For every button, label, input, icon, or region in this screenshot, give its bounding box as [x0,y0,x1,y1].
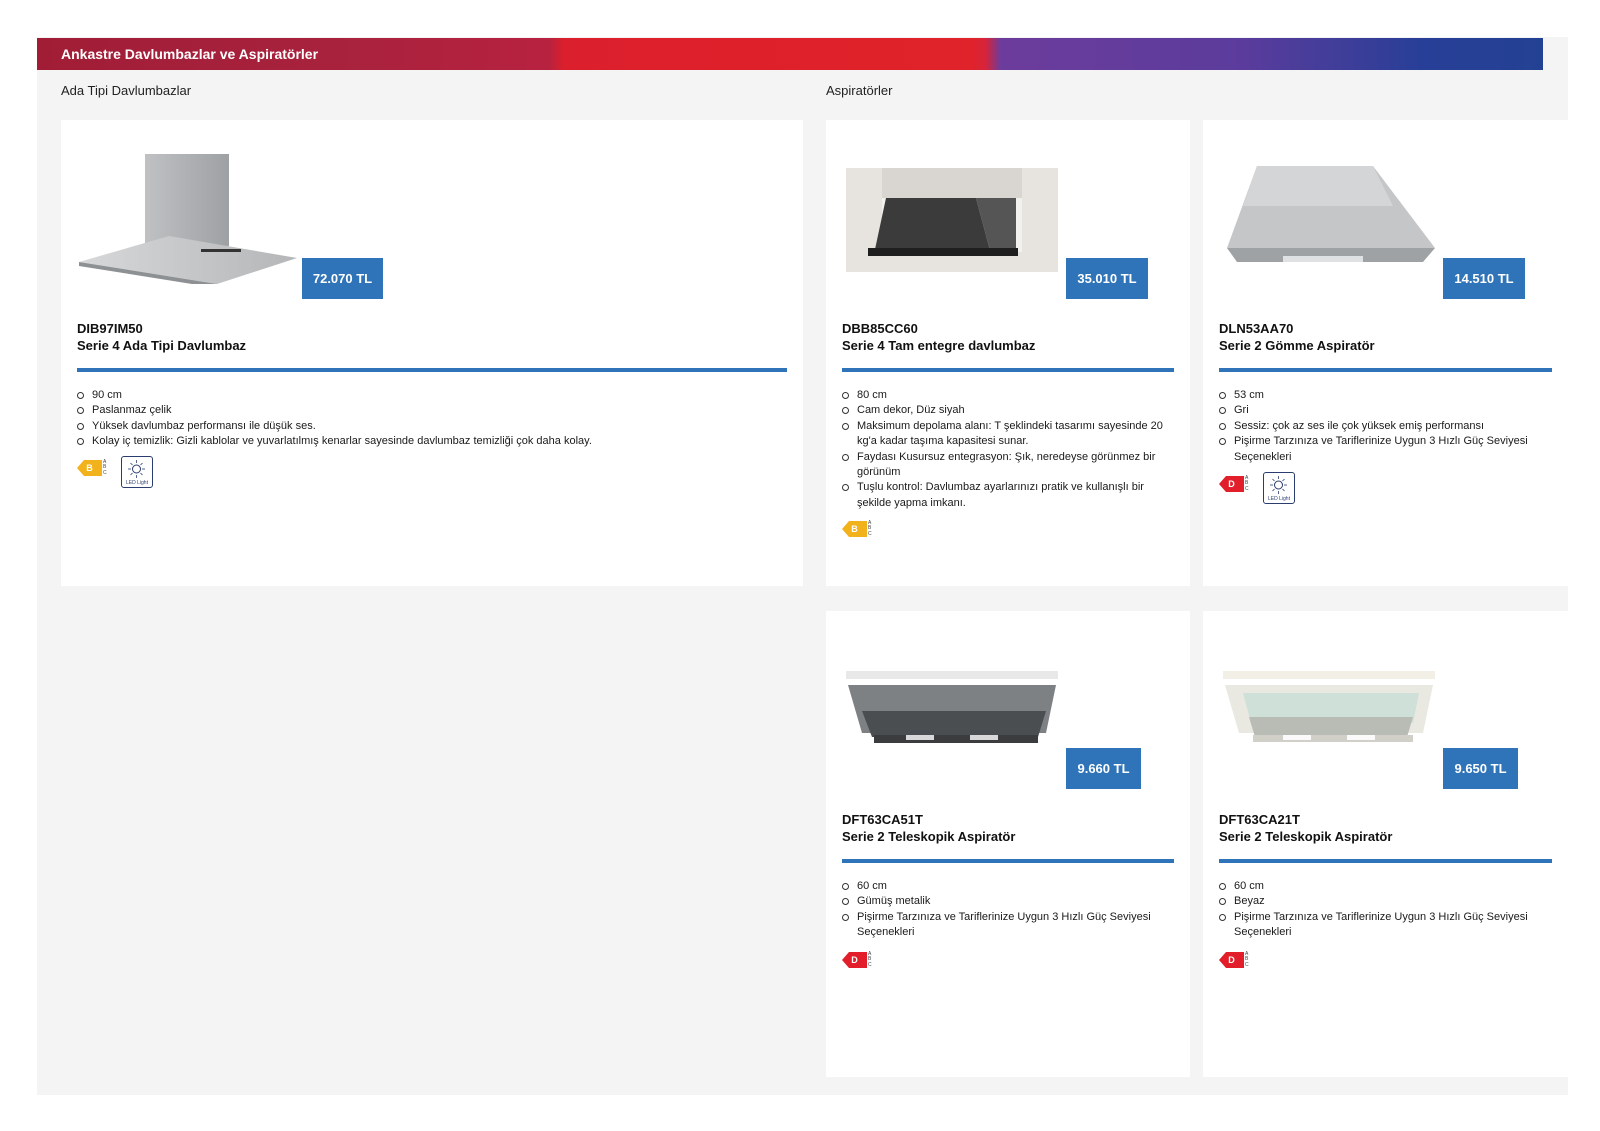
led-light-icon: LED Light [121,456,153,488]
energy-label: D ABC [1219,475,1253,492]
energy-class: D [1219,476,1244,492]
feature-item: Pişirme Tarzınıza ve Tariflerinize Uygun… [1219,434,1555,465]
energy-class: B [842,521,867,537]
product-card-dln53aa70[interactable]: 14.510 TL DLN53AA70 Serie 2 Gömme Aspira… [1203,120,1568,586]
feature-item: 60 cm [842,879,1178,894]
product-name: Serie 4 Ada Tipi Davlumbaz [77,338,247,353]
product-card-dib97im50[interactable]: 72.070 TL DIB97IM50 Serie 4 Ada Tipi Dav… [61,120,803,586]
product-divider [77,368,787,372]
feature-list: 53 cm Gri Sessiz: çok az ses ile çok yük… [1219,388,1555,465]
product-model: DLN53AA70 [1219,321,1294,336]
energy-scale: ABC [868,951,872,968]
product-model: DFT63CA51T [842,812,923,827]
feature-item: Tuşlu kontrol: Davlumbaz ayarlarınızı pr… [842,480,1178,511]
telescopic-extractor-white-image [1223,671,1435,742]
category-banner: Ankastre Davlumbazlar ve Aspiratörler [37,38,1543,70]
built-in-extractor-image [1227,166,1435,262]
feature-item: 90 cm [77,388,777,403]
product-model: DFT63CA21T [1219,812,1300,827]
energy-label: B ABC [77,459,111,476]
product-divider [1219,368,1552,372]
energy-scale: ABC [103,459,107,476]
product-card-dbb85cc60[interactable]: 35.010 TL DBB85CC60 Serie 4 Tam entegre … [826,120,1190,586]
price-badge: 72.070 TL [302,258,383,299]
product-name: Serie 2 Teleskopik Aspiratör [842,829,1016,844]
feature-item: Maksimum depolama alanı: T şeklindeki ta… [842,419,1178,450]
feature-item: Gümüş metalik [842,894,1178,909]
product-divider [842,859,1174,863]
feature-item: Kolay iç temizlik: Gizli kablolar ve yuv… [77,434,777,449]
feature-list: 60 cm Gümüş metalik Pişirme Tarzınıza ve… [842,879,1178,941]
section-label-island-hoods: Ada Tipi Davlumbazlar [61,83,192,98]
energy-label: D ABC [1219,951,1253,968]
price-badge: 14.510 TL [1443,258,1525,299]
section-label-extractors: Aspiratörler [826,83,893,98]
feature-item: Paslanmaz çelik [77,403,777,418]
energy-label: B ABC [842,520,876,537]
integrated-hood-image [846,168,1058,272]
feature-item: Pişirme Tarzınıza ve Tariflerinize Uygun… [1219,910,1555,941]
island-hood-image [79,154,297,284]
product-card-dft63ca21t[interactable]: 9.650 TL DFT63CA21T Serie 2 Teleskopik A… [1203,611,1568,1077]
feature-item: Pişirme Tarzınıza ve Tariflerinize Uygun… [842,910,1178,941]
price-badge: 35.010 TL [1066,258,1148,299]
feature-item: 60 cm [1219,879,1555,894]
product-model: DIB97IM50 [77,321,143,336]
led-light-icon: LED Light [1263,472,1295,504]
product-name: Serie 2 Gömme Aspiratör [1219,338,1375,353]
energy-scale: ABC [1245,475,1249,492]
feature-item: Gri [1219,403,1555,418]
product-divider [842,368,1174,372]
feature-item: Faydası Kusursuz entegrasyon: Şık, nered… [842,450,1178,481]
energy-scale: ABC [868,520,872,537]
feature-list: 80 cm Cam dekor, Düz siyah Maksimum depo… [842,388,1178,511]
feature-item: Cam dekor, Düz siyah [842,403,1178,418]
price-badge: 9.650 TL [1443,748,1518,789]
energy-class: D [1219,952,1244,968]
feature-list: 60 cm Beyaz Pişirme Tarzınıza ve Tarifle… [1219,879,1555,941]
energy-class: B [77,460,102,476]
price-badge: 9.660 TL [1066,748,1141,789]
feature-item: Yüksek davlumbaz performansı ile düşük s… [77,419,777,434]
feature-list: 90 cm Paslanmaz çelik Yüksek davlumbaz p… [77,388,777,450]
telescopic-extractor-silver-image [846,671,1058,743]
feature-item: 80 cm [842,388,1178,403]
product-model: DBB85CC60 [842,321,918,336]
feature-item: 53 cm [1219,388,1555,403]
product-name: Serie 4 Tam entegre davlumbaz [842,338,1036,353]
feature-item: Beyaz [1219,894,1555,909]
energy-scale: ABC [1245,951,1249,968]
energy-label: D ABC [842,951,876,968]
feature-item: Sessiz: çok az ses ile çok yüksek emiş p… [1219,419,1555,434]
energy-class: D [842,952,867,968]
product-card-dft63ca51t[interactable]: 9.660 TL DFT63CA51T Serie 2 Teleskopik A… [826,611,1190,1077]
product-divider [1219,859,1552,863]
product-name: Serie 2 Teleskopik Aspiratör [1219,829,1393,844]
